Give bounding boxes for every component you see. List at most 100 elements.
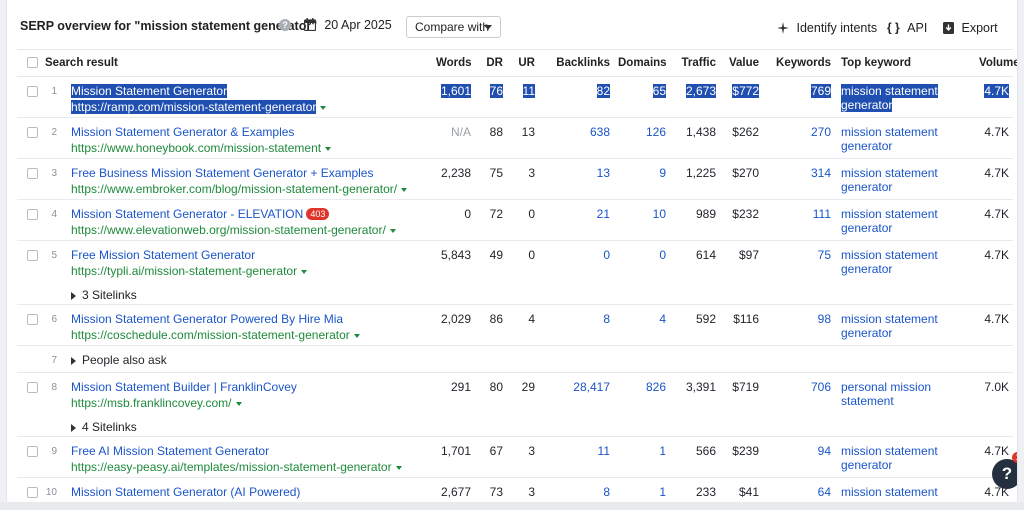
col-volume[interactable]: Volume <box>975 49 1017 77</box>
top-keyword-line1[interactable]: mission statement <box>841 84 938 98</box>
url-dropdown-icon[interactable] <box>320 105 327 110</box>
keywords-link[interactable]: 64 <box>818 485 831 499</box>
top-keyword-line1[interactable]: mission statement <box>841 125 938 139</box>
row-checkbox[interactable] <box>27 446 38 457</box>
top-keyword-line1[interactable]: mission statement <box>841 485 938 499</box>
compare-with-button[interactable]: Compare with <box>406 16 501 38</box>
table-row[interactable]: 3 Free Business Mission Statement Generat… <box>17 158 1013 200</box>
select-all-cell[interactable] <box>17 49 41 77</box>
top-keyword-line2[interactable]: generator <box>841 139 892 153</box>
expand-caret-icon[interactable] <box>71 291 76 300</box>
col-domains[interactable]: Domains <box>614 49 670 77</box>
result-title-link[interactable]: Free Business Mission Statement Generato… <box>71 166 373 180</box>
col-backlinks[interactable]: Backlinks <box>539 49 614 77</box>
backlinks-link[interactable]: 638 <box>590 125 610 139</box>
table-row[interactable]: 4 Mission Statement Generator - ELEVATION… <box>17 199 1013 241</box>
table-row[interactable]: 5 Free Mission Statement Generator https:/… <box>17 240 1013 305</box>
top-keyword-line2[interactable]: generator <box>841 180 892 194</box>
date-picker[interactable]: 20 Apr 2025 <box>304 17 392 35</box>
people-also-ask-label[interactable]: People also ask <box>82 353 167 367</box>
result-title-link[interactable]: Mission Statement Generator (AI Powered) <box>71 485 300 499</box>
row-checkbox[interactable] <box>27 127 38 138</box>
backlinks-link[interactable]: 8 <box>603 312 610 326</box>
top-keyword-line1[interactable]: mission statement <box>841 444 938 458</box>
keywords-link[interactable]: 706 <box>811 380 831 394</box>
backlinks-link[interactable]: 13 <box>597 166 610 180</box>
identify-intents-button[interactable]: Identify intents <box>777 20 877 36</box>
export-button[interactable]: Export <box>943 20 998 36</box>
result-title-link[interactable]: Mission Statement Generator - ELEVATION <box>71 207 303 221</box>
col-ur[interactable]: UR <box>507 49 539 77</box>
result-url-link[interactable]: https://ramp.com/mission-statement-gener… <box>71 100 317 114</box>
keywords-link[interactable]: 98 <box>818 312 831 326</box>
col-words[interactable]: Words <box>432 49 475 77</box>
top-keyword-line2[interactable]: generator <box>841 458 892 472</box>
domains-link[interactable]: 126 <box>646 125 666 139</box>
top-keyword-line2[interactable]: generator <box>841 326 892 340</box>
row-checkbox[interactable] <box>27 250 38 261</box>
col-dr[interactable]: DR <box>475 49 507 77</box>
top-keyword-line2[interactable]: generator <box>841 98 893 112</box>
sitelinks-label[interactable]: 4 Sitelinks <box>82 420 137 434</box>
table-row[interactable]: 9 Free AI Mission Statement Generator http… <box>17 436 1013 478</box>
keywords-link[interactable]: 75 <box>818 248 831 262</box>
domains-link[interactable]: 1 <box>659 485 666 499</box>
top-keyword-line2[interactable]: generator <box>841 262 892 276</box>
select-all-checkbox[interactable] <box>27 57 38 68</box>
result-url-link[interactable]: https://www.honeybook.com/mission-statem… <box>71 141 321 155</box>
keywords-link[interactable]: 111 <box>813 207 831 221</box>
row-checkbox[interactable] <box>27 168 38 179</box>
url-dropdown-icon[interactable] <box>401 187 408 192</box>
col-top-keyword[interactable]: Top keyword <box>835 49 975 77</box>
table-row[interactable]: 8 Mission Statement Builder | FranklinCov… <box>17 372 1013 437</box>
help-chat-button[interactable]: ? <box>992 459 1017 489</box>
domains-link[interactable]: 9 <box>659 166 666 180</box>
url-dropdown-icon[interactable] <box>389 228 396 233</box>
row-checkbox[interactable] <box>27 382 38 393</box>
row-checkbox[interactable] <box>27 487 38 498</box>
expand-caret-icon[interactable] <box>71 423 76 432</box>
top-keyword-line1[interactable]: mission statement <box>841 248 938 262</box>
api-button[interactable]: { } API <box>887 20 927 36</box>
top-keyword-line1[interactable]: mission statement <box>841 207 938 221</box>
help-icon[interactable]: ? <box>279 19 291 31</box>
backlinks-link[interactable]: 0 <box>603 248 610 262</box>
domains-link[interactable]: 10 <box>653 207 666 221</box>
url-dropdown-icon[interactable] <box>395 465 402 470</box>
row-checkbox[interactable] <box>27 86 38 97</box>
table-row[interactable]: 1 Mission Statement Generator https://ramp… <box>17 76 1013 118</box>
expand-caret-icon[interactable] <box>71 356 76 365</box>
backlinks-link[interactable]: 11 <box>598 444 610 458</box>
top-keyword-line2[interactable]: generator <box>841 221 892 235</box>
result-url-link[interactable]: https://easy-peasy.ai/templates/mission-… <box>71 460 392 474</box>
domains-link[interactable]: 1 <box>659 444 666 458</box>
url-dropdown-icon[interactable] <box>235 401 242 406</box>
url-dropdown-icon[interactable] <box>301 269 308 274</box>
domains-link[interactable]: 4 <box>659 312 666 326</box>
col-value[interactable]: Value <box>720 49 763 77</box>
result-url-link[interactable]: https://www.elevationweb.org/mission-sta… <box>71 223 386 237</box>
top-keyword-line1[interactable]: mission statement <box>841 312 938 326</box>
domains-link[interactable]: 65 <box>652 84 666 98</box>
result-title-link[interactable]: Free AI Mission Statement Generator <box>71 444 269 458</box>
result-title-link[interactable]: Mission Statement Generator & Examples <box>71 125 294 139</box>
row-checkbox[interactable] <box>27 314 38 325</box>
keywords-link[interactable]: 769 <box>810 84 831 98</box>
table-row[interactable]: 7 People also ask <box>17 345 1013 373</box>
keywords-link[interactable]: 314 <box>811 166 831 180</box>
col-keywords[interactable]: Keywords <box>763 49 835 77</box>
sitelinks-label[interactable]: 3 Sitelinks <box>82 288 137 302</box>
col-traffic[interactable]: Traffic <box>670 49 720 77</box>
top-keyword-line1[interactable]: personal mission statement <box>841 380 931 408</box>
table-row[interactable]: 2 Mission Statement Generator & Examples h… <box>17 117 1013 159</box>
result-url-link[interactable]: https://typli.ai/mission-statement-gener… <box>71 264 297 278</box>
keywords-link[interactable]: 270 <box>811 125 831 139</box>
result-url-link[interactable]: https://coschedule.com/mission-statement… <box>71 328 350 342</box>
url-dropdown-icon[interactable] <box>325 146 332 151</box>
keywords-link[interactable]: 94 <box>818 444 831 458</box>
backlinks-link[interactable]: 8 <box>603 485 610 499</box>
top-keyword-line1[interactable]: mission statement <box>841 166 938 180</box>
col-search-result[interactable]: Search result <box>41 49 432 77</box>
result-url-link[interactable]: https://www.embroker.com/blog/mission-st… <box>71 182 397 196</box>
backlinks-link[interactable]: 82 <box>596 84 610 98</box>
